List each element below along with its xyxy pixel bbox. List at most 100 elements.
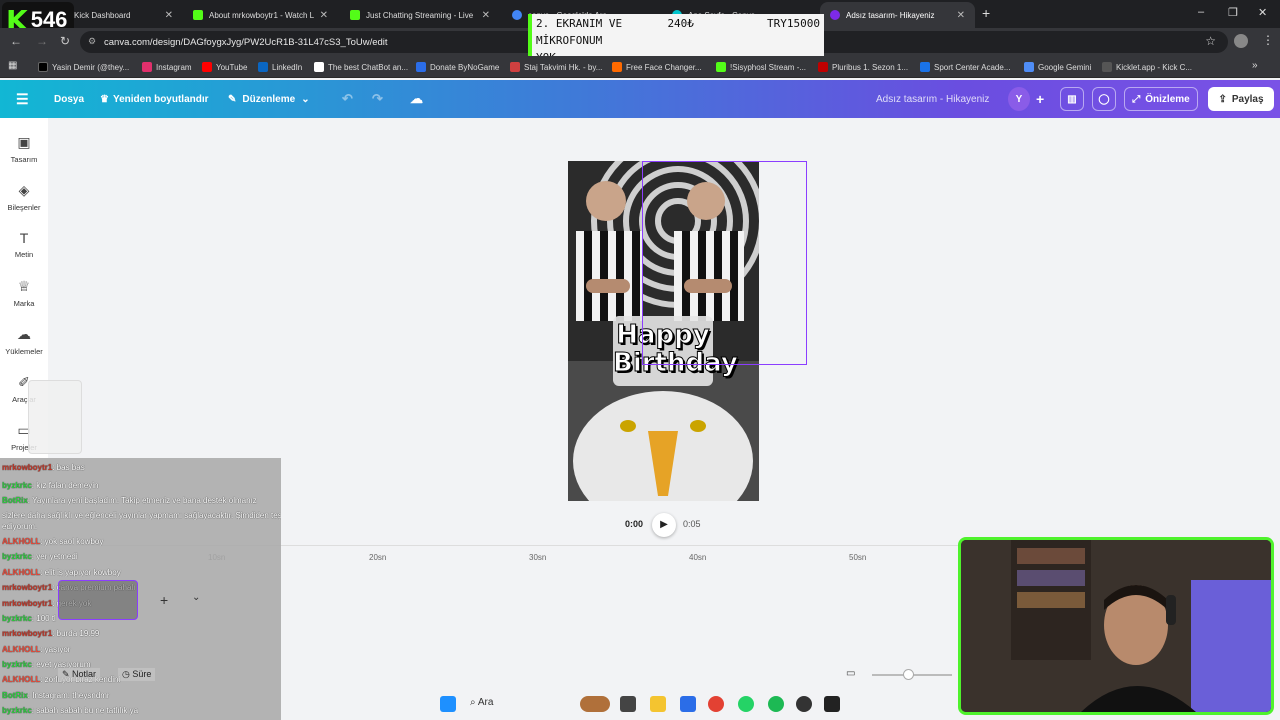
bookmark-item[interactable]: Instagram bbox=[142, 59, 192, 75]
epic-icon[interactable] bbox=[824, 696, 840, 712]
timeline-clip-thumbnail[interactable] bbox=[58, 580, 138, 620]
spotify-icon[interactable] bbox=[768, 696, 784, 712]
kick-favicon-icon bbox=[193, 10, 203, 20]
taskbar-search[interactable]: ⌕ Ara bbox=[470, 697, 493, 708]
notes-button[interactable]: ✎ Notlar bbox=[58, 668, 101, 681]
hamburger-menu-icon[interactable]: ☰ bbox=[16, 80, 29, 118]
chat-text: : yaşıyor bbox=[40, 645, 71, 654]
bookmark-item[interactable]: Staj Takvimi Hk. - by... bbox=[510, 59, 602, 75]
sidebar-item-design[interactable]: ▣ Tasarım bbox=[0, 134, 48, 164]
obs-icon[interactable] bbox=[796, 696, 812, 712]
duration-button[interactable]: ◷ Süre bbox=[118, 668, 156, 681]
play-button[interactable]: ▶ bbox=[652, 513, 676, 537]
chat-message: mrkowboytr1: bas bas bbox=[2, 463, 281, 472]
windows-icon[interactable] bbox=[440, 696, 456, 712]
close-window-icon[interactable]: ✕ bbox=[1258, 6, 1267, 19]
sidebar-item-text[interactable]: T Metin bbox=[0, 230, 48, 259]
explorer-icon[interactable] bbox=[650, 696, 666, 712]
undo-icon[interactable]: ↶ bbox=[342, 80, 353, 118]
sidebar-item-brand[interactable]: ♕ Marka bbox=[0, 278, 48, 308]
bookmark-item[interactable]: Google Gemini bbox=[1024, 59, 1091, 75]
preview-button[interactable]: ⤢ Önizleme bbox=[1124, 87, 1198, 111]
bookmark-item[interactable]: The best ChatBot an... bbox=[314, 59, 408, 75]
bookmark-item[interactable]: Donate ByNoGame bbox=[416, 59, 499, 75]
profile-avatar[interactable] bbox=[1234, 34, 1248, 48]
add-collaborator-icon[interactable]: + bbox=[1036, 80, 1044, 118]
chat-message: mrkowboytr1: burda 19.99 bbox=[2, 629, 281, 638]
zoom-slider-handle[interactable] bbox=[903, 669, 914, 680]
bookmark-star-icon[interactable]: ☆ bbox=[1205, 34, 1216, 48]
reload-icon[interactable]: ↻ bbox=[60, 34, 70, 48]
chat-message: ALKHOLL: yaşıyor bbox=[2, 645, 281, 654]
pencil-icon: ✎ bbox=[228, 93, 237, 105]
share-button[interactable]: ⇪ Paylaş bbox=[1208, 87, 1274, 111]
site-info-icon[interactable]: ⚙ bbox=[88, 36, 96, 47]
bookmark-label: !Sisyphosl Stream -... bbox=[730, 62, 807, 72]
cloud-saved-icon[interactable]: ☁ bbox=[410, 80, 423, 118]
browser-menu-icon[interactable]: ⋮ bbox=[1262, 33, 1274, 47]
redo-icon[interactable]: ↷ bbox=[372, 80, 383, 118]
kick-icon bbox=[716, 62, 726, 72]
maximize-icon[interactable]: ❐ bbox=[1228, 6, 1238, 19]
store-icon[interactable] bbox=[680, 696, 696, 712]
chrome-icon[interactable] bbox=[708, 696, 724, 712]
bookmark-item[interactable]: !Sisyphosl Stream -... bbox=[716, 59, 806, 75]
chat-message: ALKHOLL: yok saol kowboy bbox=[2, 537, 281, 546]
file-menu[interactable]: Dosya bbox=[54, 80, 84, 118]
bookmark-item[interactable]: Free Face Changer... bbox=[612, 59, 702, 75]
bookmark-item[interactable]: Yasin Demir (@they... bbox=[38, 59, 129, 75]
shapes-icon: ◈ bbox=[18, 182, 30, 198]
chat-message: mrkowboytr1: gerek yok bbox=[2, 599, 281, 608]
bookmark-item[interactable]: YouTube bbox=[202, 59, 247, 75]
tab-canva-design[interactable]: Adsız tasarım- Hikayeniz ✕ bbox=[820, 2, 975, 28]
close-tab-icon[interactable]: ✕ bbox=[957, 10, 965, 21]
forward-icon[interactable]: → bbox=[36, 34, 48, 48]
bookmark-item[interactable]: Sport Center Acade... bbox=[920, 59, 1011, 75]
sidebar-label: Tasarım bbox=[10, 155, 38, 164]
widget-icon[interactable] bbox=[580, 696, 610, 712]
donation-line-1: 2. EKRANIM VE 240₺ TRY15000 bbox=[536, 15, 820, 32]
share-label: Paylaş bbox=[1231, 93, 1264, 105]
chat-username: mrkowboytr1 bbox=[2, 583, 53, 592]
analytics-icon[interactable]: ▥ bbox=[1060, 87, 1084, 111]
chevron-down-icon: ⌄ bbox=[301, 93, 310, 105]
close-tab-icon[interactable]: ✕ bbox=[165, 10, 173, 21]
bookmark-item[interactable]: Kicklet.app - Kick C... bbox=[1102, 59, 1192, 75]
bookmark-item[interactable]: LinkedIn bbox=[258, 59, 302, 75]
back-icon[interactable]: ← bbox=[10, 34, 22, 48]
user-avatar[interactable]: Y bbox=[1008, 87, 1030, 111]
new-tab-icon[interactable]: + bbox=[982, 5, 990, 21]
tab-about-channel[interactable]: About mrkowboytr1 - Watch Live ✕ bbox=[183, 2, 338, 28]
selection-box[interactable] bbox=[642, 161, 807, 365]
add-page-icon[interactable]: + bbox=[160, 592, 168, 608]
taskbar-search-label: Ara bbox=[477, 697, 494, 708]
tab-just-chatting[interactable]: Just Chatting Streaming - Live ✕ bbox=[340, 2, 500, 28]
bookmark-label: Kicklet.app - Kick C... bbox=[1116, 62, 1193, 72]
minimize-icon[interactable]: – bbox=[1198, 6, 1204, 18]
whatsapp-icon[interactable] bbox=[738, 696, 754, 712]
resize-menu[interactable]: ♛ Yeniden boyutlandır bbox=[100, 80, 209, 118]
document-title[interactable]: Adsız tasarım - Hikayeniz bbox=[876, 80, 989, 118]
donation-line-2: MİKROFONUM bbox=[536, 34, 603, 47]
ruler-label: 50sn bbox=[849, 553, 867, 562]
bookmarks-overflow-icon[interactable]: » bbox=[1252, 60, 1258, 71]
chat-message: byzkrkc: sabah sabah bu ne tatlılık ya bbox=[2, 706, 281, 715]
canva-favicon-icon bbox=[830, 10, 840, 20]
sidebar-item-uploads[interactable]: ☁ Yüklemeler bbox=[0, 326, 48, 356]
taskview-icon[interactable] bbox=[620, 696, 636, 712]
chat-message: byzkrkc: yer yetmedi bbox=[2, 552, 281, 561]
bookmark-label: Pluribus 1. Sezon 1... bbox=[832, 62, 909, 72]
comment-icon[interactable]: ◯ bbox=[1092, 87, 1116, 111]
sidebar-label: Yüklemeler bbox=[5, 347, 43, 356]
sidebar-item-elements[interactable]: ◈ Bileşenler bbox=[0, 182, 48, 212]
apps-grid-icon[interactable]: ▦ bbox=[8, 60, 17, 71]
page-view-icon[interactable]: ▭ bbox=[846, 668, 855, 679]
chevron-down-icon[interactable]: ⌄ bbox=[192, 592, 200, 603]
youtube-icon bbox=[202, 62, 212, 72]
close-tab-icon[interactable]: ✕ bbox=[320, 10, 328, 21]
bookmark-item[interactable]: Pluribus 1. Sezon 1... bbox=[818, 59, 908, 75]
edit-menu[interactable]: ✎ Düzenleme ⌄ bbox=[228, 80, 310, 118]
close-tab-icon[interactable]: ✕ bbox=[482, 10, 490, 21]
webcam-overlay bbox=[958, 537, 1274, 715]
chat-text: : yok saol kowboy bbox=[40, 537, 104, 546]
